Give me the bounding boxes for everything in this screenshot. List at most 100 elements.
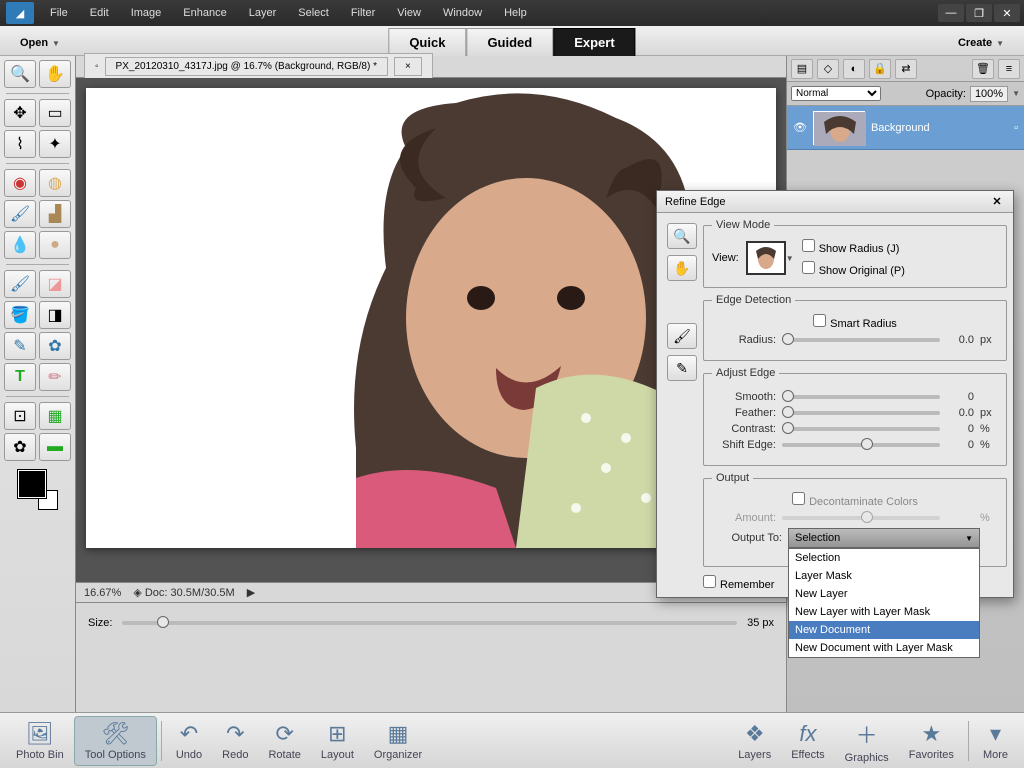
- new-layer-icon[interactable]: ▤: [791, 59, 813, 79]
- brush-tool[interactable]: 🖌: [4, 270, 36, 298]
- cookie-cutter-tool[interactable]: ✿: [4, 433, 36, 461]
- straighten-tool[interactable]: ▬: [39, 433, 71, 461]
- color-swatches[interactable]: [18, 470, 58, 510]
- remember-checkbox[interactable]: Remember: [703, 575, 774, 591]
- close-button[interactable]: ✕: [994, 4, 1020, 22]
- feather-unit: px: [980, 407, 998, 419]
- lasso-tool[interactable]: ⌇: [4, 130, 36, 158]
- menu-edit[interactable]: Edit: [80, 3, 119, 23]
- blend-mode-select[interactable]: Normal: [791, 86, 881, 101]
- marquee-tool[interactable]: ▭: [39, 99, 71, 127]
- menu-file[interactable]: File: [40, 3, 78, 23]
- show-radius-checkbox[interactable]: Show Radius (J): [802, 239, 905, 255]
- zoom-tool-icon[interactable]: 🔍: [667, 223, 697, 249]
- view-thumbnail[interactable]: [746, 241, 786, 275]
- link-icon[interactable]: ⇄: [895, 59, 917, 79]
- scroll-arrow-icon[interactable]: ▶: [247, 586, 255, 599]
- trash-icon[interactable]: 🗑: [972, 59, 994, 79]
- move-tool[interactable]: ✥: [4, 99, 36, 127]
- decontaminate-checkbox[interactable]: Decontaminate Colors: [792, 496, 918, 508]
- eyedropper-tool[interactable]: ✎: [4, 332, 36, 360]
- sponge-tool[interactable]: ●: [39, 231, 71, 259]
- effects-button[interactable]: fxEffects: [781, 717, 834, 765]
- dialog-titlebar[interactable]: Refine Edge ✕: [657, 191, 1013, 213]
- layout-button[interactable]: ⊞Layout: [311, 717, 364, 765]
- quick-select-tool[interactable]: ✦: [39, 130, 71, 158]
- output-option[interactable]: New Layer with Layer Mask: [789, 603, 979, 621]
- layers-button[interactable]: ❖Layers: [728, 717, 781, 765]
- adjustment-icon[interactable]: ◐: [843, 59, 865, 79]
- amount-slider[interactable]: [782, 516, 940, 520]
- output-option[interactable]: Selection: [789, 549, 979, 567]
- output-option[interactable]: New Document: [789, 621, 979, 639]
- chevron-down-icon[interactable]: ▼: [786, 254, 794, 263]
- radius-slider[interactable]: [782, 338, 940, 342]
- output-option[interactable]: New Layer: [789, 585, 979, 603]
- smart-radius-checkbox[interactable]: Smart Radius: [813, 318, 897, 330]
- clone-stamp-tool[interactable]: ▟: [39, 200, 71, 228]
- menu-select[interactable]: Select: [288, 3, 339, 23]
- chevron-down-icon[interactable]: ▼: [1012, 89, 1020, 98]
- tab-guided[interactable]: Guided: [466, 28, 553, 57]
- eraser-tool[interactable]: ◪: [39, 270, 71, 298]
- minimize-button[interactable]: —: [938, 4, 964, 22]
- opacity-value[interactable]: 100%: [970, 86, 1008, 102]
- lock-icon[interactable]: 🔒: [869, 59, 891, 79]
- photo-bin-icon: 🖼: [26, 721, 54, 747]
- hand-tool[interactable]: ✋: [39, 60, 71, 88]
- contrast-slider[interactable]: [782, 427, 940, 431]
- type-tool[interactable]: T: [4, 363, 36, 391]
- feather-slider[interactable]: [782, 411, 940, 415]
- redo-button[interactable]: ↷Redo: [212, 717, 258, 765]
- close-tab-icon[interactable]: ×: [394, 57, 422, 76]
- recompose-tool[interactable]: ▦: [39, 402, 71, 430]
- restore-button[interactable]: ❐: [966, 4, 992, 22]
- output-to-dropdown[interactable]: Selection Selection Layer Mask New Layer…: [788, 528, 980, 548]
- panel-menu-icon[interactable]: ≡: [998, 59, 1020, 79]
- favorites-button[interactable]: ★Favorites: [899, 717, 964, 765]
- menu-layer[interactable]: Layer: [239, 3, 287, 23]
- undo-button[interactable]: ↶Undo: [166, 717, 212, 765]
- graphics-button[interactable]: ＋Graphics: [835, 714, 899, 768]
- zoom-tool[interactable]: 🔍: [4, 60, 36, 88]
- zoom-level[interactable]: 16.67%: [84, 587, 121, 599]
- visibility-icon[interactable]: 👁: [793, 121, 807, 134]
- shift-slider[interactable]: [782, 443, 940, 447]
- redeye-tool[interactable]: ◉: [4, 169, 36, 197]
- tool-options-button[interactable]: 🛠Tool Options: [74, 716, 157, 766]
- layer-row-background[interactable]: 👁 Background ▫: [787, 106, 1024, 150]
- healing-tool[interactable]: ◍: [39, 169, 71, 197]
- erase-refine-icon[interactable]: ✎: [667, 355, 697, 381]
- shape-tool[interactable]: ✿: [39, 332, 71, 360]
- show-original-checkbox[interactable]: Show Original (P): [802, 261, 905, 277]
- gradient-tool[interactable]: ◨: [39, 301, 71, 329]
- create-button[interactable]: Create ▼: [950, 29, 1012, 53]
- dialog-close-button[interactable]: ✕: [989, 194, 1005, 210]
- crop-tool[interactable]: ⊡: [4, 402, 36, 430]
- smart-brush-tool[interactable]: 🖌: [4, 200, 36, 228]
- open-button[interactable]: Open ▼: [12, 29, 68, 53]
- rotate-button[interactable]: ⟳Rotate: [258, 717, 310, 765]
- menu-help[interactable]: Help: [494, 3, 537, 23]
- graphics-icon: ＋: [856, 718, 878, 750]
- photo-bin-button[interactable]: 🖼Photo Bin: [6, 717, 74, 765]
- new-group-icon[interactable]: ◇: [817, 59, 839, 79]
- menu-image[interactable]: Image: [121, 3, 172, 23]
- document-tab[interactable]: ◦ PX_20120310_4317J.jpg @ 16.7% (Backgro…: [84, 53, 433, 80]
- refine-brush-icon[interactable]: 🖌: [667, 323, 697, 349]
- output-option[interactable]: New Document with Layer Mask: [789, 639, 979, 657]
- tab-expert[interactable]: Expert: [553, 28, 635, 57]
- menu-enhance[interactable]: Enhance: [173, 3, 236, 23]
- pencil-tool[interactable]: ✏: [39, 363, 71, 391]
- blur-tool[interactable]: 💧: [4, 231, 36, 259]
- hand-tool-icon[interactable]: ✋: [667, 255, 697, 281]
- size-slider[interactable]: [122, 621, 737, 625]
- menu-view[interactable]: View: [387, 3, 431, 23]
- menu-filter[interactable]: Filter: [341, 3, 385, 23]
- fill-tool[interactable]: 🪣: [4, 301, 36, 329]
- output-option[interactable]: Layer Mask: [789, 567, 979, 585]
- menu-window[interactable]: Window: [433, 3, 492, 23]
- smooth-slider[interactable]: [782, 395, 940, 399]
- organizer-button[interactable]: ▦Organizer: [364, 717, 432, 765]
- more-button[interactable]: ▾More: [973, 717, 1018, 765]
